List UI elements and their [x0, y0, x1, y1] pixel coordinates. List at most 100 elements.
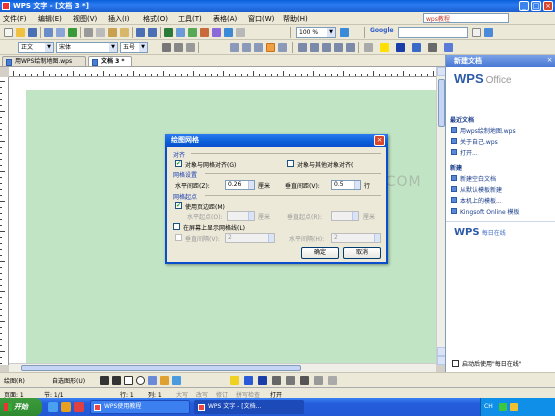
zoom-select[interactable]: 100 % ▼	[296, 27, 336, 38]
show-gridlines-checkbox[interactable]	[173, 223, 180, 230]
hyperlink-icon[interactable]	[164, 28, 173, 37]
print-icon[interactable]	[44, 28, 53, 37]
horizontal-ruler[interactable]	[9, 67, 436, 77]
draw-menu-button[interactable]: 绘图(R)	[4, 376, 25, 385]
snap-to-grid-checkbox[interactable]: ✔	[175, 160, 182, 167]
open-link[interactable]: 打开...	[451, 148, 478, 157]
spinner-arrows-icon[interactable]	[248, 181, 254, 189]
scroll-thumb[interactable]	[21, 365, 301, 371]
distribute-icon[interactable]	[278, 43, 287, 52]
recent-doc-item[interactable]: 用wps绘制地图.wps	[451, 126, 516, 135]
italic-icon[interactable]	[174, 43, 183, 52]
copy-icon[interactable]	[96, 28, 105, 37]
maximize-button[interactable]: □	[531, 1, 541, 11]
wordart-icon[interactable]	[160, 376, 169, 385]
rectangle-icon[interactable]	[124, 376, 133, 385]
columns-icon[interactable]	[200, 28, 209, 37]
startup-checkbox[interactable]	[452, 360, 459, 367]
v-origin-spinner[interactable]	[331, 211, 359, 221]
start-button[interactable]: 开始	[0, 398, 42, 416]
save-icon[interactable]	[28, 28, 37, 37]
font-size-select[interactable]: 五号 ▼	[120, 42, 148, 53]
menu-edit[interactable]: 编辑(E)	[38, 14, 62, 24]
dash-style-icon[interactable]	[286, 376, 295, 385]
h-spacing-spinner[interactable]: 0.26	[225, 180, 255, 190]
recent-doc-item[interactable]: 关于自己.wps	[451, 137, 498, 146]
local-templates-link[interactable]: 本机上的模板...	[451, 196, 502, 205]
numbering-icon[interactable]	[310, 43, 319, 52]
underline-icon[interactable]	[186, 43, 195, 52]
align-center-icon[interactable]	[242, 43, 251, 52]
shadow-icon[interactable]	[314, 376, 323, 385]
wps-quick-launch-icon[interactable]	[74, 402, 84, 412]
paste-icon[interactable]	[108, 28, 117, 37]
style-select[interactable]: 正文 ▼	[18, 42, 54, 53]
picture-icon[interactable]	[172, 376, 181, 385]
google-g-icon[interactable]	[484, 28, 493, 37]
daily-online-banner[interactable]: WPS 每日在线	[454, 227, 506, 238]
online-templates-link[interactable]: Kingsoft Online 模板	[451, 207, 520, 216]
font-select[interactable]: 宋体 ▼	[56, 42, 118, 53]
menu-file[interactable]: 文件(F)	[3, 14, 27, 24]
justify-icon[interactable]	[266, 43, 275, 52]
tab-map-doc[interactable]: 用WPS绘制地图.wps	[2, 56, 86, 66]
phonetic-icon[interactable]	[444, 43, 453, 52]
3d-icon[interactable]	[328, 376, 337, 385]
arrow-style-icon[interactable]	[300, 376, 309, 385]
cut-icon[interactable]	[84, 28, 93, 37]
drawing-icon[interactable]	[212, 28, 221, 37]
bullets-icon[interactable]	[322, 43, 331, 52]
spinner-arrows-icon[interactable]	[354, 181, 360, 189]
close-icon[interactable]: ×	[545, 56, 554, 65]
line-color-icon[interactable]	[244, 376, 253, 385]
increase-indent-icon[interactable]	[346, 43, 355, 52]
show-hide-icon[interactable]	[236, 28, 245, 37]
print-preview-icon[interactable]	[56, 28, 65, 37]
taskbar-item-wps[interactable]: WPS 文字 - [文档...	[194, 400, 304, 414]
textbox-icon[interactable]	[148, 376, 157, 385]
decrease-indent-icon[interactable]	[334, 43, 343, 52]
dialog-close-button[interactable]: ×	[374, 135, 385, 146]
v-interval-checkbox[interactable]	[175, 234, 182, 241]
line-spacing-icon[interactable]	[298, 43, 307, 52]
close-button[interactable]: ×	[543, 1, 553, 11]
ie-icon[interactable]	[48, 402, 58, 412]
menu-tools[interactable]: 工具(T)	[178, 14, 202, 24]
align-right-icon[interactable]	[254, 43, 263, 52]
char-shading-icon[interactable]	[428, 43, 437, 52]
menu-help[interactable]: 帮助(H)	[283, 14, 308, 24]
taskbar-item-tutorial[interactable]: WPS使用教程	[90, 400, 190, 414]
menu-table[interactable]: 表格(A)	[213, 14, 237, 24]
search-icon[interactable]	[472, 28, 481, 37]
line-style-icon[interactable]	[272, 376, 281, 385]
snap-to-objects-checkbox[interactable]	[287, 160, 294, 167]
font-color-icon[interactable]	[396, 43, 405, 52]
format-painter-icon[interactable]	[120, 28, 129, 37]
font-color-icon[interactable]	[258, 376, 267, 385]
vertical-scrollbar[interactable]	[436, 67, 446, 365]
menu-window[interactable]: 窗口(W)	[248, 14, 274, 24]
menu-format[interactable]: 格式(O)	[143, 14, 168, 24]
excel-icon[interactable]	[188, 28, 197, 37]
vertical-ruler[interactable]	[0, 77, 9, 365]
new-blank-doc-link[interactable]: 新建空白文档	[451, 174, 496, 183]
scroll-thumb[interactable]	[438, 79, 445, 127]
highlight-icon[interactable]	[380, 43, 389, 52]
ok-button[interactable]: 确定	[301, 247, 339, 259]
minimize-button[interactable]: _	[519, 1, 529, 11]
line-icon[interactable]	[100, 376, 109, 385]
cancel-button[interactable]: 取消	[343, 247, 381, 259]
fill-color-icon[interactable]	[230, 376, 239, 385]
volume-icon[interactable]	[510, 403, 518, 411]
google-search-input[interactable]	[398, 27, 468, 38]
char-border-icon[interactable]	[412, 43, 421, 52]
help-icon[interactable]	[340, 28, 349, 37]
arrow-icon[interactable]	[112, 376, 121, 385]
doc-map-icon[interactable]	[224, 28, 233, 37]
v-interval-spinner[interactable]: 2	[225, 233, 275, 243]
new-from-default-template-link[interactable]: 从默认模板新建	[451, 185, 502, 194]
bold-icon[interactable]	[162, 43, 171, 52]
redo-icon[interactable]	[148, 28, 157, 37]
align-left-icon[interactable]	[230, 43, 239, 52]
help-search-box[interactable]: wps教程	[423, 13, 509, 23]
